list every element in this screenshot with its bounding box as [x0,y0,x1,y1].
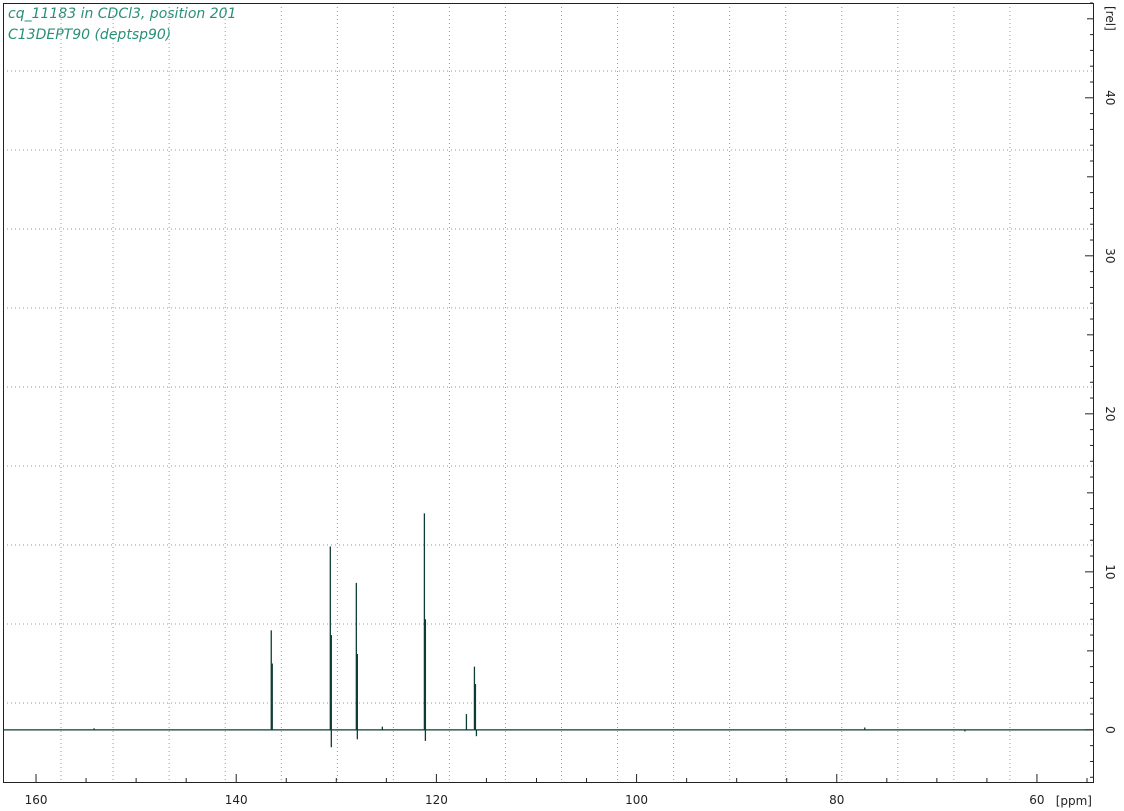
x-tick-label: 100 [625,793,648,807]
x-tick-label: 60 [1029,793,1044,807]
x-axis: 160 140 120 100 80 60 [25,774,1088,807]
y-tick-label: 40 [1103,90,1117,105]
x-tick-label: 80 [829,793,844,807]
x-axis-label: [ppm] [1056,794,1092,808]
spectrum-chart: 160 140 120 100 80 60 0 10 20 30 40 [ppm] [rel] [3,2,1117,808]
spectrum-peaks [93,513,966,748]
y-tick-label: 10 [1103,564,1117,579]
x-tick-label: 160 [25,793,48,807]
y-tick-label: 0 [1103,726,1117,734]
x-tick-label: 140 [225,793,248,807]
y-tick-label: 20 [1103,406,1117,421]
y-axis: 0 10 20 30 40 [1085,2,1117,778]
plot-border [3,3,1094,783]
x-tick-label: 120 [425,793,448,807]
plot-frame [3,3,1094,783]
y-tick-label: 30 [1103,248,1117,263]
grid [3,3,1093,782]
y-axis-label: [rel] [1103,6,1117,31]
